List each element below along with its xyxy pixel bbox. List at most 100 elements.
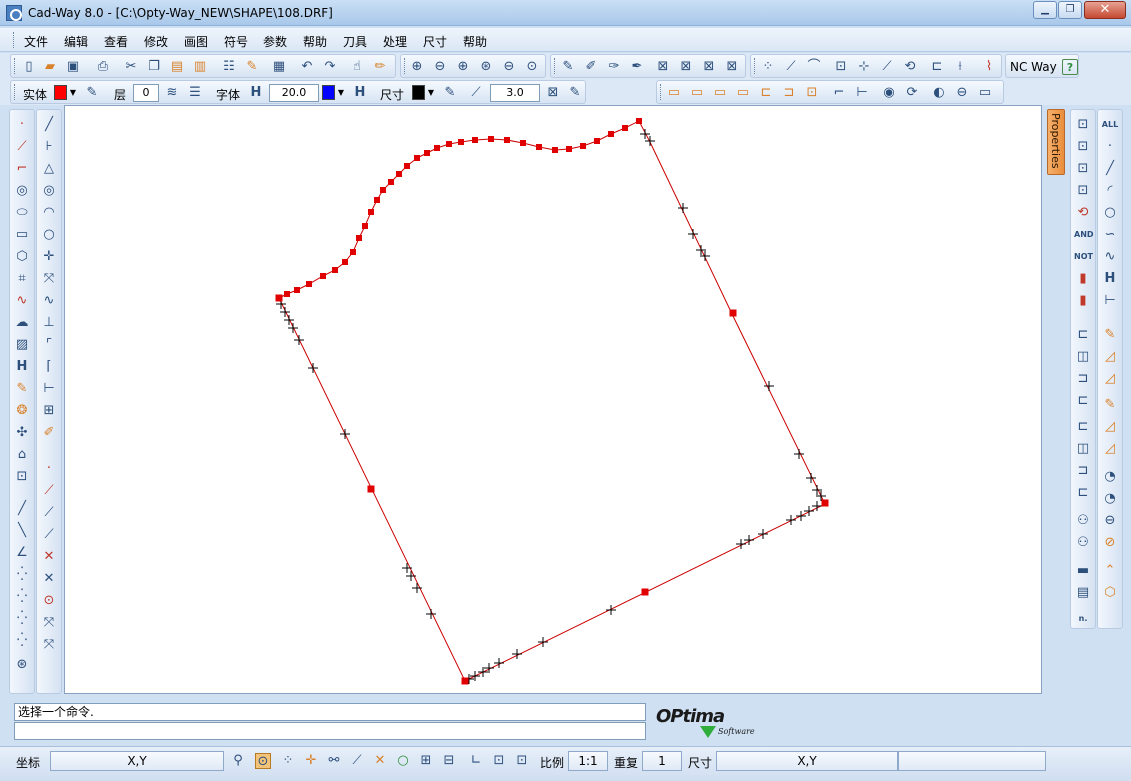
node-select-6-icon[interactable]: ◫ <box>1074 440 1092 458</box>
font-height-field[interactable]: 20.0 <box>269 84 319 102</box>
select-box-2-icon[interactable]: ⊡ <box>1074 138 1092 156</box>
count-icon[interactable]: n. <box>1074 610 1092 628</box>
toolbar-grip[interactable] <box>404 58 407 74</box>
line-3-icon[interactable]: ⟋ <box>40 482 58 500</box>
menu-view[interactable]: 查看 <box>104 33 128 50</box>
layer-filter-icon[interactable]: ▮ <box>1074 270 1092 288</box>
toolbar-grip[interactable] <box>14 84 17 100</box>
dim-apply-icon[interactable]: ✎ <box>567 85 583 101</box>
corner-icon[interactable]: ⌐ <box>831 85 847 101</box>
radius-icon[interactable]: ◎ <box>40 182 58 200</box>
color-picker-icon[interactable]: ✎ <box>84 85 100 101</box>
zoom-previous-icon[interactable]: ⊖ <box>501 59 517 75</box>
zoom-out-icon[interactable]: ⊖ <box>432 59 448 75</box>
snap-quadrant-icon[interactable]: ⊞ <box>418 753 434 769</box>
contour-node[interactable] <box>374 197 380 203</box>
arc-icon[interactable]: ◠ <box>40 204 58 222</box>
dim-color-dropdown[interactable]: ▼ <box>426 85 436 101</box>
toolbar-grip[interactable] <box>660 84 663 100</box>
array-icon[interactable]: ⁘ <box>760 59 776 75</box>
chamfer-icon[interactable]: ⌈ <box>40 358 58 376</box>
snap-center-icon[interactable]: ○ <box>395 753 411 769</box>
node-1-icon[interactable]: ⁛ <box>13 566 31 584</box>
mouse-snap-icon[interactable]: ⚲ <box>230 753 246 769</box>
eraser-icon[interactable]: ✐ <box>40 424 58 442</box>
select-lasso-icon[interactable]: ⟲ <box>1074 204 1092 222</box>
node-select-5-icon[interactable]: ⊏ <box>1074 418 1092 436</box>
diameter-2-icon[interactable]: ⊘ <box>1101 534 1119 552</box>
menu-file[interactable]: 文件 <box>24 33 48 50</box>
select-box-1-icon[interactable]: ⊡ <box>1074 116 1092 134</box>
mirror-icon[interactable]: ⟋ <box>879 59 895 75</box>
contrast-icon[interactable]: ◐ <box>931 85 947 101</box>
refresh-icon[interactable]: ⟳ <box>904 85 920 101</box>
vertex-node[interactable] <box>275 294 283 302</box>
zoom-in-icon[interactable]: ⊕ <box>455 59 471 75</box>
grid-settings-icon[interactable]: ▦ <box>271 59 287 75</box>
display-icon[interactable]: ▭ <box>977 85 993 101</box>
line-4-icon[interactable]: ⟋ <box>40 504 58 522</box>
snap-point-icon[interactable]: ✛ <box>303 753 319 769</box>
edit-pencil-icon[interactable]: ✏ <box>372 59 388 75</box>
polyline-icon[interactable]: ⌐ <box>13 160 31 178</box>
contour-node[interactable] <box>520 140 526 146</box>
stack-icon[interactable]: ▤ <box>1074 584 1092 602</box>
layer-manager-icon[interactable]: ☰ <box>187 85 203 101</box>
drawing-svg[interactable] <box>65 106 1043 695</box>
pattern-icon[interactable]: ⊛ <box>13 656 31 674</box>
select-point-icon[interactable]: · <box>1101 138 1119 156</box>
frame-4-icon[interactable]: ▭ <box>735 85 751 101</box>
hatch-icon[interactable]: ▨ <box>13 336 31 354</box>
node-3-icon[interactable]: ⁛ <box>13 610 31 628</box>
entity-color-swatch[interactable] <box>54 85 67 100</box>
edit-box-3-icon[interactable]: ⊠ <box>701 59 717 75</box>
frame-1-icon[interactable]: ▭ <box>666 85 682 101</box>
radius-1-icon[interactable]: ◔ <box>1101 468 1119 486</box>
cloud-icon[interactable]: ☁ <box>13 314 31 332</box>
symbol-icon[interactable]: ❂ <box>13 402 31 420</box>
frame-3-icon[interactable]: ▭ <box>712 85 728 101</box>
node-2-icon[interactable]: ⁛ <box>13 588 31 606</box>
extend-icon[interactable]: ⊢ <box>40 380 58 398</box>
contour-node[interactable] <box>472 137 478 143</box>
contour-path[interactable] <box>278 120 826 682</box>
dim-size-field[interactable]: 3.0 <box>490 84 540 102</box>
pen-tool-icon[interactable]: ✎ <box>560 59 576 75</box>
section-icon[interactable]: ⊖ <box>954 85 970 101</box>
menu-help[interactable]: 帮助 <box>303 33 327 50</box>
point-2-icon[interactable]: · <box>40 460 58 478</box>
color-filter-icon[interactable]: ▮ <box>1074 292 1092 310</box>
snap-mid-icon[interactable]: ⟋ <box>349 753 365 769</box>
new-file-icon[interactable]: ▯ <box>21 59 37 75</box>
contour-node[interactable] <box>404 163 410 169</box>
node-select-7-icon[interactable]: ⊐ <box>1074 462 1092 480</box>
menu-dimension[interactable]: 尺寸 <box>423 33 447 50</box>
paste-icon[interactable]: ▤ <box>169 59 185 75</box>
diameter-icon[interactable]: ⊖ <box>1101 512 1119 530</box>
zoom-extents-icon[interactable]: ⊙ <box>524 59 540 75</box>
contour-node[interactable] <box>594 138 600 144</box>
menu-symbol[interactable]: 符号 <box>224 33 248 50</box>
intersection-2-icon[interactable]: ✕ <box>40 570 58 588</box>
line-icon[interactable]: ⟋ <box>13 138 31 156</box>
contour-node[interactable] <box>380 187 386 193</box>
contour-node[interactable] <box>396 171 402 177</box>
perpendicular-icon[interactable]: ⊥ <box>40 314 58 332</box>
scale-field[interactable]: 1:1 <box>568 751 608 771</box>
dim-color-swatch[interactable] <box>412 85 425 100</box>
contour-node[interactable] <box>488 136 494 142</box>
ortho-mode-icon[interactable]: ⊙ <box>255 753 271 769</box>
copy-icon[interactable]: ❐ <box>146 59 162 75</box>
node-select-4-icon[interactable]: ⊏ <box>1074 392 1092 410</box>
drawing-canvas[interactable] <box>64 105 1042 694</box>
align-right-icon[interactable]: ⊡ <box>804 85 820 101</box>
width-icon[interactable]: ⊞ <box>40 402 58 420</box>
select-circle-icon[interactable]: ○ <box>1101 204 1119 222</box>
pen-line-icon[interactable]: ✒ <box>629 59 645 75</box>
center-icon[interactable]: ⊙ <box>40 592 58 610</box>
node-4-icon[interactable]: ⁛ <box>13 632 31 650</box>
save-icon[interactable]: ▣ <box>65 59 81 75</box>
tool-angle-2-icon[interactable]: ◿ <box>1101 418 1119 436</box>
cross-icon[interactable]: ✛ <box>40 248 58 266</box>
dim-edit-icon[interactable]: ✎ <box>442 85 458 101</box>
